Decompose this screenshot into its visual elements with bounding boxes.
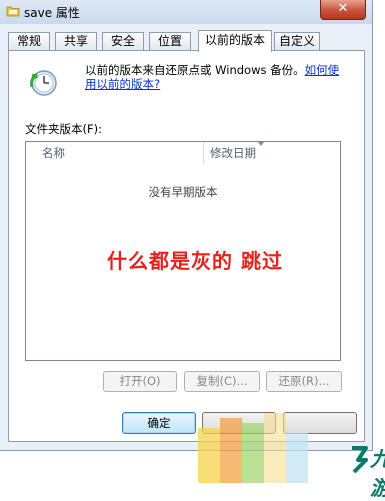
tab-security[interactable]: 安全 — [102, 32, 144, 50]
tab-previous-versions[interactable]: 以前的版本 — [198, 30, 272, 52]
folder-versions-label: 文件夹版本(F): — [25, 122, 102, 136]
folder-icon — [6, 6, 20, 17]
versions-list[interactable]: 名称 修改日期 没有早期版本 什么都是灰的 跳过 — [25, 141, 341, 361]
watermark-color-blocks — [198, 413, 308, 483]
clock-restore-icon — [30, 70, 57, 96]
info-description: 以前的版本来自还原点或 Windows 备份。 — [85, 63, 305, 77]
window-title: save 属性 — [24, 6, 80, 20]
restore-button[interactable]: 还原(R)... — [266, 371, 342, 392]
previous-versions-panel: 以前的版本来自还原点或 Windows 备份。如何使用以前的版本? 文件夹版本(… — [8, 50, 365, 442]
info-text: 以前的版本来自还原点或 Windows 备份。如何使用以前的版本? — [85, 63, 345, 91]
empty-message: 没有早期版本 — [148, 185, 218, 199]
ok-button[interactable]: 确定 — [122, 412, 196, 434]
watermark-logo-icon — [352, 446, 368, 474]
title-bar[interactable]: save 属性 ✕ — [0, 0, 372, 24]
watermark-logo-text: 九游 — [370, 443, 385, 501]
tab-sharing[interactable]: 共享 — [55, 32, 97, 50]
properties-dialog: save 属性 ✕ 常规 共享 安全 位置 以前的版本 自定义 以前的版本来自还… — [0, 0, 373, 451]
close-button[interactable]: ✕ — [320, 0, 366, 20]
tab-general[interactable]: 常规 — [8, 32, 50, 50]
tab-location[interactable]: 位置 — [149, 32, 191, 50]
column-header-name[interactable]: 名称 — [26, 142, 203, 164]
close-icon: ✕ — [337, 1, 349, 16]
annotation-overlay: 什么都是灰的 跳过 — [107, 249, 283, 273]
open-button[interactable]: 打开(O) — [103, 371, 177, 392]
site-watermark: 九游 — [198, 398, 385, 500]
copy-button[interactable]: 复制(C)... — [184, 371, 260, 392]
tab-customize[interactable]: 自定义 — [274, 32, 320, 50]
column-header-modified-date[interactable]: 修改日期 — [194, 142, 330, 164]
